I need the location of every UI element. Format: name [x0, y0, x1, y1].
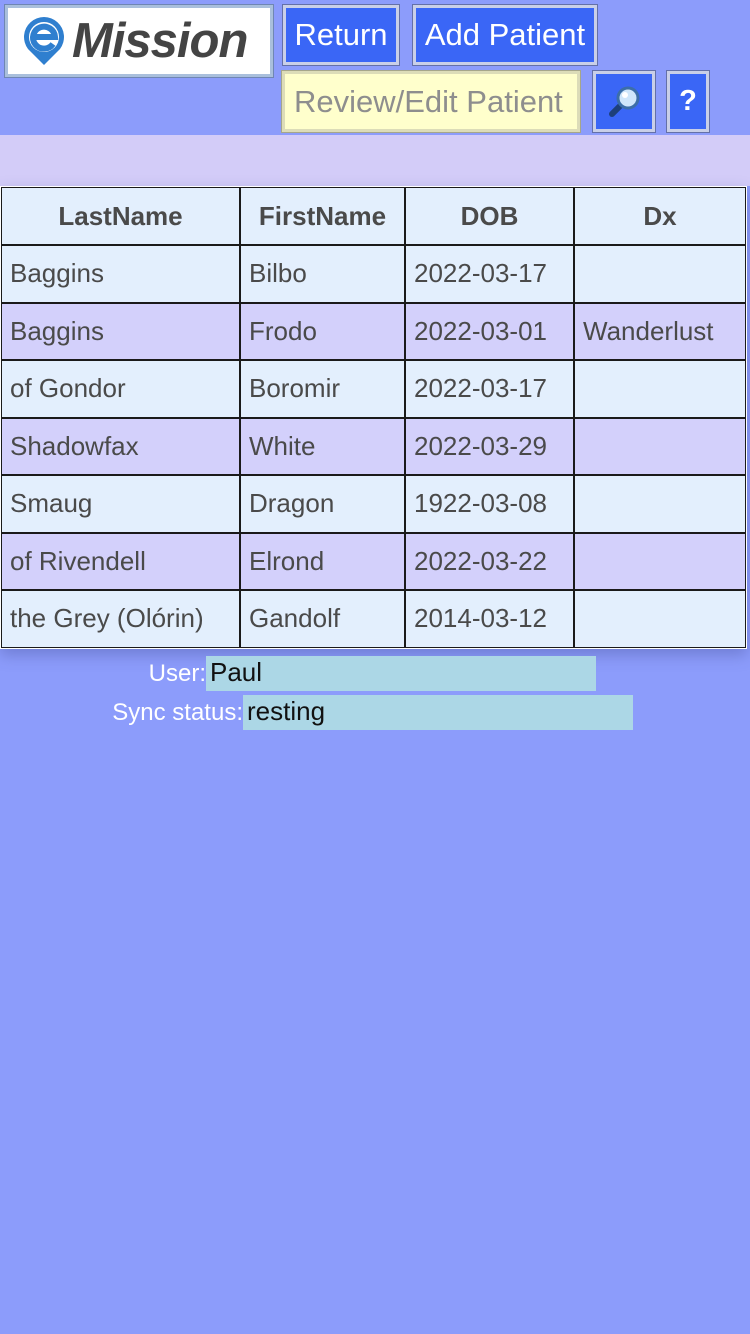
- cell-lastname: Baggins: [1, 302, 240, 360]
- search-button[interactable]: [592, 70, 656, 133]
- cell-dx: Wanderlust: [574, 302, 746, 360]
- cell-lastname: of Gondor: [1, 360, 240, 418]
- cell-dob: 2022-03-17: [405, 360, 574, 418]
- emission-logo: Mission: [4, 4, 274, 78]
- return-button[interactable]: Return: [282, 4, 400, 66]
- cell-firstname: Frodo: [240, 302, 405, 360]
- cell-firstname: Elrond: [240, 532, 405, 590]
- user-status-row: User: Paul: [0, 656, 596, 691]
- cell-dx: [574, 245, 746, 303]
- sync-status-label: Sync status:: [112, 698, 243, 726]
- toolbar: Mission Return Add Patient ?: [0, 0, 750, 135]
- sync-status-row: Sync status: resting: [0, 695, 633, 730]
- cell-lastname: Baggins: [1, 245, 240, 303]
- cell-dob: 2022-03-29: [405, 417, 574, 475]
- header-band: [0, 135, 750, 186]
- cell-lastname: Smaug: [1, 475, 240, 533]
- table-row[interactable]: Shadowfax White 2022-03-29: [1, 417, 746, 475]
- cell-firstname: White: [240, 417, 405, 475]
- user-label: User:: [148, 659, 206, 687]
- cell-lastname: of Rivendell: [1, 532, 240, 590]
- cell-dx: [574, 475, 746, 533]
- magnifier-icon: [609, 86, 640, 117]
- table-header-row: LastName FirstName DOB Dx: [1, 187, 746, 245]
- column-header-firstname[interactable]: FirstName: [240, 187, 405, 245]
- cell-lastname: Shadowfax: [1, 417, 240, 475]
- cell-firstname: Gandolf: [240, 590, 405, 648]
- column-header-lastname[interactable]: LastName: [1, 187, 240, 245]
- patient-table: LastName FirstName DOB Dx Baggins Bilbo …: [0, 186, 747, 649]
- cell-firstname: Dragon: [240, 475, 405, 533]
- table-row[interactable]: Baggins Frodo 2022-03-01 Wanderlust: [1, 302, 746, 360]
- cell-firstname: Bilbo: [240, 245, 405, 303]
- help-button[interactable]: ?: [666, 70, 710, 133]
- user-value: Paul: [206, 656, 596, 691]
- cell-lastname: the Grey (Olórin): [1, 590, 240, 648]
- emission-logo-icon: [24, 17, 65, 66]
- sync-status-value: resting: [243, 695, 633, 730]
- table-row[interactable]: Baggins Bilbo 2022-03-17: [1, 245, 746, 303]
- column-header-dob[interactable]: DOB: [405, 187, 574, 245]
- add-patient-button[interactable]: Add Patient: [412, 4, 598, 66]
- logo-wordmark: Mission: [72, 13, 248, 68]
- table-row[interactable]: the Grey (Olórin) Gandolf 2014-03-12: [1, 590, 746, 648]
- table-row[interactable]: of Rivendell Elrond 2022-03-22: [1, 532, 746, 590]
- review-edit-patient-input[interactable]: [281, 70, 581, 133]
- cell-dx: [574, 590, 746, 648]
- table-row[interactable]: Smaug Dragon 1922-03-08: [1, 475, 746, 533]
- cell-dx: [574, 532, 746, 590]
- cell-dob: 2022-03-22: [405, 532, 574, 590]
- cell-dob: 2014-03-12: [405, 590, 574, 648]
- table-row[interactable]: of Gondor Boromir 2022-03-17: [1, 360, 746, 418]
- cell-dob: 2022-03-17: [405, 245, 574, 303]
- column-header-dx[interactable]: Dx: [574, 187, 746, 245]
- cell-dx: [574, 360, 746, 418]
- cell-dob: 2022-03-01: [405, 302, 574, 360]
- cell-dob: 1922-03-08: [405, 475, 574, 533]
- cell-firstname: Boromir: [240, 360, 405, 418]
- cell-dx: [574, 417, 746, 475]
